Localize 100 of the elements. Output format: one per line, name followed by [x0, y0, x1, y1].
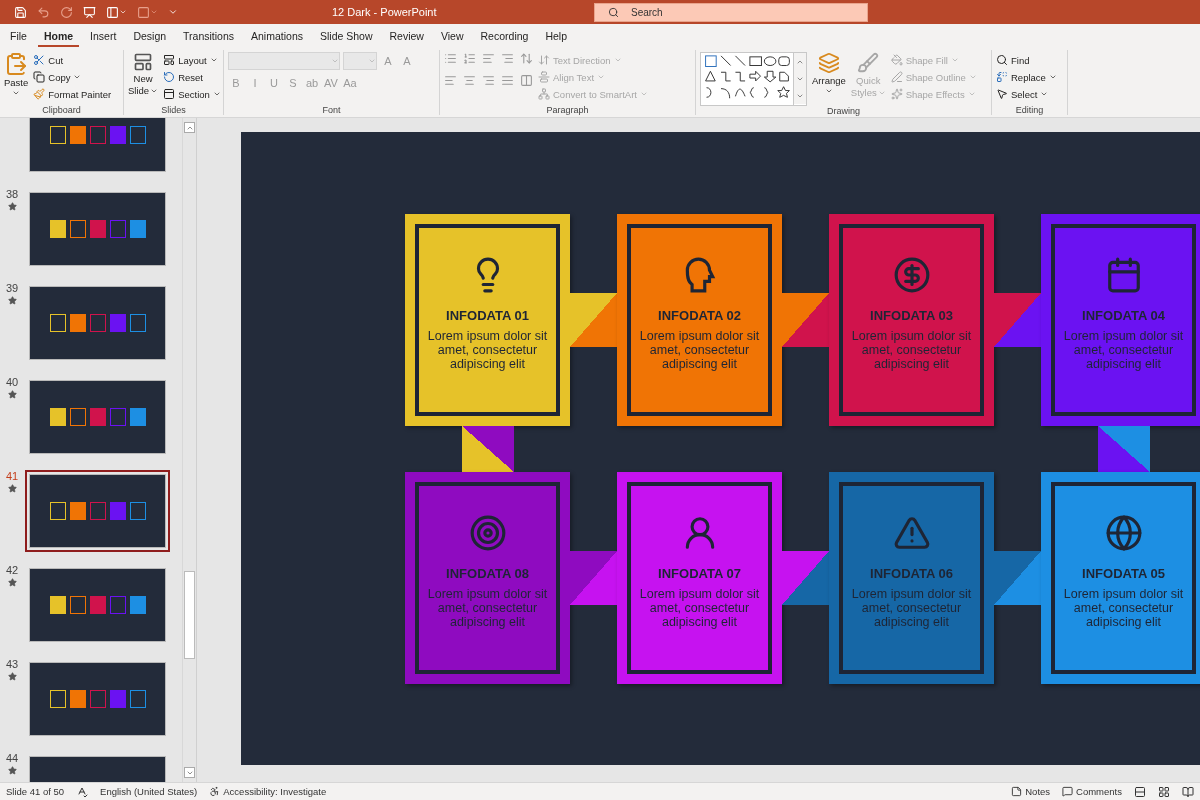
line-spacing-icon[interactable]	[520, 52, 533, 65]
copy-button[interactable]: Copy	[33, 69, 112, 85]
connector-ribbon	[1097, 426, 1150, 472]
ribbon-tab[interactable]: Review	[383, 25, 430, 47]
target-icon	[468, 514, 507, 552]
caret-icon	[368, 57, 376, 65]
redo-icon[interactable]	[60, 5, 73, 19]
ribbon-tab[interactable]: Help	[539, 25, 573, 47]
section-icon	[163, 88, 176, 100]
caret-icon	[12, 89, 21, 97]
ribbon-tab[interactable]: View	[434, 25, 470, 47]
replace-icon	[996, 71, 1008, 83]
numbering-icon[interactable]	[463, 52, 476, 65]
globe-icon	[1104, 514, 1143, 552]
caret-icon	[331, 57, 339, 65]
section-button[interactable]: Section	[163, 86, 221, 102]
comments-button[interactable]: Comments	[1062, 786, 1122, 797]
presentation-icon[interactable]	[83, 5, 96, 19]
save-icon[interactable]	[14, 5, 27, 19]
smartart-icon	[538, 88, 550, 100]
ribbon-tab[interactable]: Recording	[474, 25, 535, 47]
group-label: Slides	[161, 105, 186, 115]
card-title: INFODATA 06	[870, 566, 953, 581]
slide-thumbnail[interactable]	[25, 470, 170, 552]
slide-layout-icon	[133, 52, 154, 72]
reading-view-icon[interactable]	[1182, 785, 1194, 798]
scrollbar-thumb[interactable]	[184, 571, 195, 659]
font-name-field[interactable]	[228, 52, 340, 70]
group-label: Paragraph	[546, 105, 589, 115]
ribbon-tab[interactable]: Slide Show	[314, 25, 379, 47]
search-field[interactable]: Search	[594, 2, 868, 22]
ribbon-tab[interactable]: Insert	[84, 25, 123, 47]
align-left-icon[interactable]	[444, 74, 457, 87]
search-icon	[996, 54, 1008, 66]
columns-icon[interactable]	[520, 74, 533, 87]
align-right-icon[interactable]	[482, 74, 495, 87]
layout-icon[interactable]	[106, 5, 127, 19]
spellcheck-icon[interactable]	[76, 785, 89, 798]
connector-ribbon	[570, 293, 617, 347]
card-title: INFODATA 07	[658, 566, 741, 581]
brush-icon	[857, 52, 880, 74]
select-button[interactable]: Select	[996, 86, 1057, 102]
connector-ribbon	[994, 551, 1041, 605]
align-text-icon	[538, 71, 550, 83]
arrange-button[interactable]: Arrange	[812, 52, 846, 95]
format-painter-button[interactable]: Format Painter	[33, 86, 112, 102]
group-label: Font	[322, 105, 341, 115]
reset-icon	[163, 71, 176, 83]
customize-icon[interactable]	[168, 7, 178, 17]
find-button[interactable]: Find	[996, 52, 1057, 68]
slide-number: 43	[5, 658, 19, 670]
bullets-icon[interactable]	[444, 52, 457, 65]
ribbon-tab[interactable]: File	[4, 25, 33, 47]
pointer-icon	[996, 88, 1008, 100]
slide-counter: Slide 41 of 50	[6, 786, 65, 797]
ribbon-tab[interactable]: Design	[127, 25, 173, 47]
star-icon	[7, 766, 17, 775]
shape-icon[interactable]	[137, 5, 158, 19]
replace-button[interactable]: Replace	[996, 69, 1057, 85]
slide-number: 44	[5, 752, 19, 764]
star-icon	[7, 578, 17, 587]
card-title: INFODATA 04	[1082, 308, 1165, 323]
normal-view-icon[interactable]	[1134, 785, 1146, 798]
scroll-up-button[interactable]	[184, 122, 195, 133]
indent-icon[interactable]	[501, 52, 514, 65]
language-label[interactable]: English (United States)	[100, 786, 198, 797]
card-text: Lorem ipsum dolor sit amet, consectetur adipiscing elit	[850, 329, 973, 371]
undo-icon[interactable]	[37, 5, 50, 19]
connector-ribbon	[782, 293, 829, 347]
font-size-field[interactable]	[343, 52, 377, 70]
ribbon-tab[interactable]: Transitions	[177, 25, 241, 47]
caret-icon	[73, 73, 82, 81]
caret-icon	[597, 73, 605, 81]
align-center-icon[interactable]	[463, 74, 476, 87]
notes-button[interactable]: Notes	[1011, 786, 1051, 797]
card-title: INFODATA 08	[446, 566, 529, 581]
sorter-view-icon[interactable]	[1158, 785, 1170, 798]
justify-icon[interactable]	[501, 74, 514, 87]
cut-button[interactable]: Cut	[33, 52, 112, 68]
search-icon	[608, 6, 619, 18]
layout-button[interactable]: Layout	[163, 52, 221, 68]
ribbon-tab[interactable]: Animations	[245, 25, 309, 47]
card-text: Lorem ipsum dolor sit amet, consectetur adipiscing elit	[426, 329, 549, 371]
group-label: Clipboard	[42, 105, 81, 115]
scroll-down-button[interactable]	[184, 767, 195, 778]
indent-icon[interactable]	[482, 52, 495, 65]
card-title: INFODATA 03	[870, 308, 953, 323]
clipboard-icon	[4, 52, 29, 76]
paste-button[interactable]: Paste	[4, 52, 29, 97]
accessibility-button[interactable]: Accessibility: Investigate	[209, 786, 327, 797]
ribbon-tab[interactable]: Home	[37, 25, 80, 47]
group-label: Editing	[1015, 105, 1044, 115]
slide-number: 42	[5, 564, 19, 576]
new-slide-button[interactable]: New Slide	[128, 52, 159, 96]
reset-button[interactable]: Reset	[163, 69, 221, 85]
sparkles-icon	[890, 88, 903, 100]
window-title: 12 Dark - PowerPoint	[332, 6, 438, 18]
pen-icon	[890, 71, 903, 83]
slide-number: 41	[5, 470, 19, 482]
card-text: Lorem ipsum dolor sit amet, consectetur adipiscing elit	[1062, 329, 1185, 371]
